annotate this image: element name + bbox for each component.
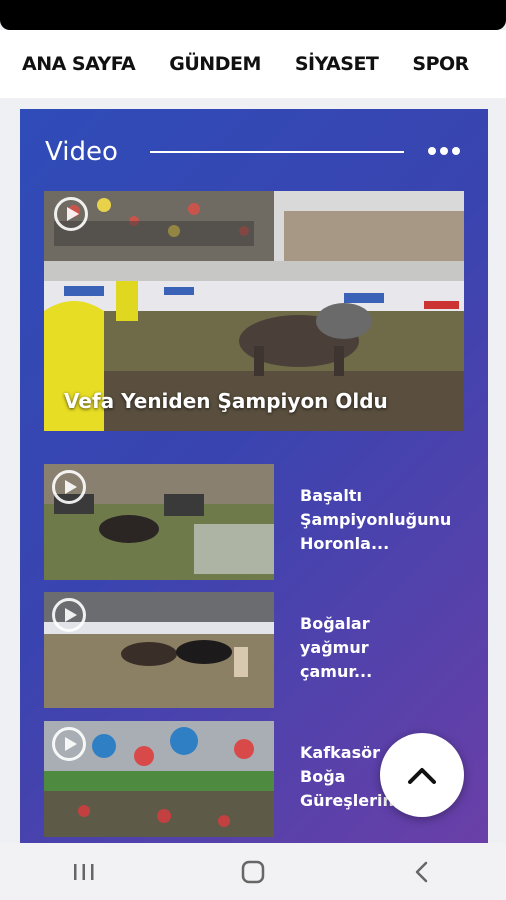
status-bar xyxy=(0,0,506,30)
system-navigation-bar xyxy=(0,843,506,900)
video-list-item[interactable]: Boğalar yağmur çamur... xyxy=(44,592,484,708)
nav-item-siyaset[interactable]: SİYASET xyxy=(295,53,379,75)
home-icon[interactable] xyxy=(223,852,283,892)
video-list-item[interactable]: Başaltı Şampiyonluğunu Horonla... xyxy=(44,464,484,580)
video-title: Boğalar yağmur çamur... xyxy=(300,614,373,681)
title-divider xyxy=(150,151,404,153)
video-thumbnail xyxy=(44,721,274,837)
nav-item-ana-sayfa[interactable]: ANA SAYFA xyxy=(22,53,136,75)
video-thumbnail xyxy=(44,592,274,708)
scroll-to-top-button[interactable] xyxy=(380,733,464,817)
video-title: Başaltı Şampiyonluğunu Horonla... xyxy=(300,486,452,553)
back-icon[interactable] xyxy=(392,852,452,892)
video-thumbnail xyxy=(44,464,274,580)
featured-video-title: Vefa Yeniden Şampiyon Oldu xyxy=(64,389,388,413)
chevron-up-icon xyxy=(408,768,436,784)
nav-item-gundem[interactable]: GÜNDEM xyxy=(169,53,261,75)
section-title: Video xyxy=(45,137,118,167)
play-icon xyxy=(52,598,86,632)
recent-apps-icon[interactable] xyxy=(54,852,114,892)
featured-video[interactable]: Vefa Yeniden Şampiyon Oldu xyxy=(44,191,464,431)
more-dots-icon[interactable] xyxy=(428,144,464,158)
nav-item-spor[interactable]: SPOR xyxy=(412,53,469,75)
play-icon xyxy=(52,727,86,761)
play-icon xyxy=(52,470,86,504)
category-nav: ANA SAYFA GÜNDEM SİYASET SPOR xyxy=(0,30,506,98)
play-icon xyxy=(54,197,88,231)
